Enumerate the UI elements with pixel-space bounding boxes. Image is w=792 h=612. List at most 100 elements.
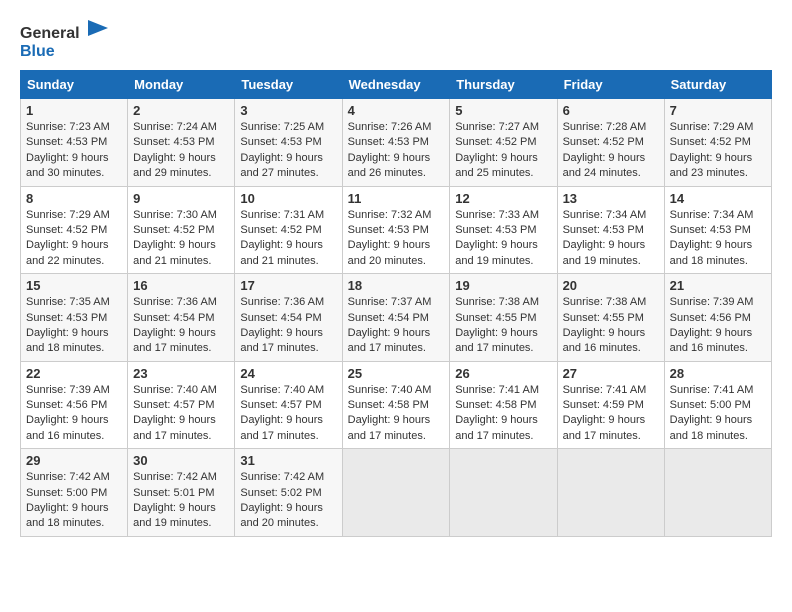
day-number: 29 [26, 453, 122, 468]
day-number: 10 [240, 191, 336, 206]
day-number: 6 [563, 103, 659, 118]
day-info: Sunrise: 7:34 AMSunset: 4:53 PMDaylight:… [670, 209, 754, 267]
day-number: 8 [26, 191, 122, 206]
calendar-cell: 10 Sunrise: 7:31 AMSunset: 4:52 PMDayligh… [235, 186, 342, 274]
day-number: 25 [348, 366, 445, 381]
week-row-5: 29 Sunrise: 7:42 AMSunset: 5:00 PMDayligh… [21, 449, 772, 537]
day-number: 27 [563, 366, 659, 381]
calendar-cell: 7 Sunrise: 7:29 AMSunset: 4:52 PMDaylight… [664, 99, 771, 187]
day-number: 24 [240, 366, 336, 381]
calendar-cell: 19 Sunrise: 7:38 AMSunset: 4:55 PMDayligh… [450, 274, 557, 362]
day-number: 31 [240, 453, 336, 468]
week-row-4: 22 Sunrise: 7:39 AMSunset: 4:56 PMDayligh… [21, 361, 772, 449]
day-info: Sunrise: 7:40 AMSunset: 4:57 PMDaylight:… [133, 384, 217, 442]
weekday-header-row: SundayMondayTuesdayWednesdayThursdayFrid… [21, 71, 772, 99]
calendar-cell [664, 449, 771, 537]
day-number: 4 [348, 103, 445, 118]
calendar-cell: 11 Sunrise: 7:32 AMSunset: 4:53 PMDayligh… [342, 186, 450, 274]
day-number: 30 [133, 453, 229, 468]
day-info: Sunrise: 7:31 AMSunset: 4:52 PMDaylight:… [240, 209, 324, 267]
calendar-cell: 5 Sunrise: 7:27 AMSunset: 4:52 PMDaylight… [450, 99, 557, 187]
weekday-header-friday: Friday [557, 71, 664, 99]
day-info: Sunrise: 7:25 AMSunset: 4:53 PMDaylight:… [240, 121, 324, 179]
day-info: Sunrise: 7:36 AMSunset: 4:54 PMDaylight:… [240, 296, 324, 354]
day-number: 3 [240, 103, 336, 118]
day-number: 11 [348, 191, 445, 206]
calendar-cell: 17 Sunrise: 7:36 AMSunset: 4:54 PMDayligh… [235, 274, 342, 362]
day-info: Sunrise: 7:36 AMSunset: 4:54 PMDaylight:… [133, 296, 217, 354]
calendar-cell: 13 Sunrise: 7:34 AMSunset: 4:53 PMDayligh… [557, 186, 664, 274]
weekday-header-thursday: Thursday [450, 71, 557, 99]
calendar-cell: 23 Sunrise: 7:40 AMSunset: 4:57 PMDayligh… [128, 361, 235, 449]
calendar-cell: 12 Sunrise: 7:33 AMSunset: 4:53 PMDayligh… [450, 186, 557, 274]
week-row-1: 1Sunrise: 7:23 AMSunset: 4:53 PMDaylight… [21, 99, 772, 187]
day-number: 20 [563, 278, 659, 293]
day-info: Sunrise: 7:27 AMSunset: 4:52 PMDaylight:… [455, 121, 539, 179]
day-number: 28 [670, 366, 766, 381]
calendar-cell: 6Sunrise: 7:28 AMSunset: 4:52 PMDaylight… [557, 99, 664, 187]
calendar-cell: 28 Sunrise: 7:41 AMSunset: 5:00 PMDayligh… [664, 361, 771, 449]
day-number: 16 [133, 278, 229, 293]
day-info: Sunrise: 7:29 AMSunset: 4:52 PMDaylight:… [26, 209, 110, 267]
day-info: Sunrise: 7:38 AMSunset: 4:55 PMDaylight:… [455, 296, 539, 354]
weekday-header-sunday: Sunday [21, 71, 128, 99]
logo: General Blue [20, 20, 110, 60]
weekday-header-monday: Monday [128, 71, 235, 99]
calendar-cell: 24 Sunrise: 7:40 AMSunset: 4:57 PMDayligh… [235, 361, 342, 449]
day-info: Sunrise: 7:40 AMSunset: 4:57 PMDaylight:… [240, 384, 324, 442]
day-number: 15 [26, 278, 122, 293]
day-info: Sunrise: 7:32 AMSunset: 4:53 PMDaylight:… [348, 209, 432, 267]
day-info: Sunrise: 7:39 AMSunset: 4:56 PMDaylight:… [26, 384, 110, 442]
day-info: Sunrise: 7:41 AMSunset: 5:00 PMDaylight:… [670, 384, 754, 442]
calendar-cell: 8 Sunrise: 7:29 AMSunset: 4:52 PMDaylight… [21, 186, 128, 274]
day-info: Sunrise: 7:38 AMSunset: 4:55 PMDaylight:… [563, 296, 647, 354]
calendar-cell: 27Sunrise: 7:41 AMSunset: 4:59 PMDayligh… [557, 361, 664, 449]
calendar-cell: 26 Sunrise: 7:41 AMSunset: 4:58 PMDayligh… [450, 361, 557, 449]
week-row-3: 15 Sunrise: 7:35 AMSunset: 4:53 PMDayligh… [21, 274, 772, 362]
day-info: Sunrise: 7:23 AMSunset: 4:53 PMDaylight:… [26, 121, 110, 179]
day-number: 23 [133, 366, 229, 381]
calendar-cell [557, 449, 664, 537]
day-number: 18 [348, 278, 445, 293]
day-info: Sunrise: 7:24 AMSunset: 4:53 PMDaylight:… [133, 121, 217, 179]
calendar-table: SundayMondayTuesdayWednesdayThursdayFrid… [20, 70, 772, 537]
calendar-cell: 14 Sunrise: 7:34 AMSunset: 4:53 PMDayligh… [664, 186, 771, 274]
day-info: Sunrise: 7:30 AMSunset: 4:52 PMDaylight:… [133, 209, 217, 267]
calendar-cell: 1Sunrise: 7:23 AMSunset: 4:53 PMDaylight… [21, 99, 128, 187]
day-number: 5 [455, 103, 551, 118]
day-info: Sunrise: 7:41 AMSunset: 4:58 PMDaylight:… [455, 384, 539, 442]
calendar-cell: 22 Sunrise: 7:39 AMSunset: 4:56 PMDayligh… [21, 361, 128, 449]
day-info: Sunrise: 7:42 AMSunset: 5:01 PMDaylight:… [133, 471, 217, 529]
day-info: Sunrise: 7:40 AMSunset: 4:58 PMDaylight:… [348, 384, 432, 442]
day-info: Sunrise: 7:37 AMSunset: 4:54 PMDaylight:… [348, 296, 432, 354]
day-info: Sunrise: 7:34 AMSunset: 4:53 PMDaylight:… [563, 209, 647, 267]
day-number: 2 [133, 103, 229, 118]
day-number: 26 [455, 366, 551, 381]
calendar-cell: 9Sunrise: 7:30 AMSunset: 4:52 PMDaylight… [128, 186, 235, 274]
weekday-header-tuesday: Tuesday [235, 71, 342, 99]
week-row-2: 8 Sunrise: 7:29 AMSunset: 4:52 PMDaylight… [21, 186, 772, 274]
calendar-cell: 18 Sunrise: 7:37 AMSunset: 4:54 PMDayligh… [342, 274, 450, 362]
calendar-cell [342, 449, 450, 537]
calendar-cell: 4 Sunrise: 7:26 AMSunset: 4:53 PMDaylight… [342, 99, 450, 187]
day-info: Sunrise: 7:26 AMSunset: 4:53 PMDaylight:… [348, 121, 432, 179]
calendar-cell: 15 Sunrise: 7:35 AMSunset: 4:53 PMDayligh… [21, 274, 128, 362]
day-info: Sunrise: 7:42 AMSunset: 5:00 PMDaylight:… [26, 471, 110, 529]
page-header: General Blue [20, 20, 772, 60]
calendar-cell: 21Sunrise: 7:39 AMSunset: 4:56 PMDayligh… [664, 274, 771, 362]
day-number: 13 [563, 191, 659, 206]
day-number: 17 [240, 278, 336, 293]
calendar-cell: 3 Sunrise: 7:25 AMSunset: 4:53 PMDaylight… [235, 99, 342, 187]
day-info: Sunrise: 7:35 AMSunset: 4:53 PMDaylight:… [26, 296, 110, 354]
day-number: 12 [455, 191, 551, 206]
svg-text:General: General [20, 25, 80, 42]
day-number: 7 [670, 103, 766, 118]
day-number: 14 [670, 191, 766, 206]
day-number: 22 [26, 366, 122, 381]
day-number: 19 [455, 278, 551, 293]
day-info: Sunrise: 7:33 AMSunset: 4:53 PMDaylight:… [455, 209, 539, 267]
day-info: Sunrise: 7:29 AMSunset: 4:52 PMDaylight:… [670, 121, 754, 179]
day-number: 21 [670, 278, 766, 293]
calendar-cell: 2 Sunrise: 7:24 AMSunset: 4:53 PMDaylight… [128, 99, 235, 187]
logo-svg: General Blue [20, 20, 110, 60]
